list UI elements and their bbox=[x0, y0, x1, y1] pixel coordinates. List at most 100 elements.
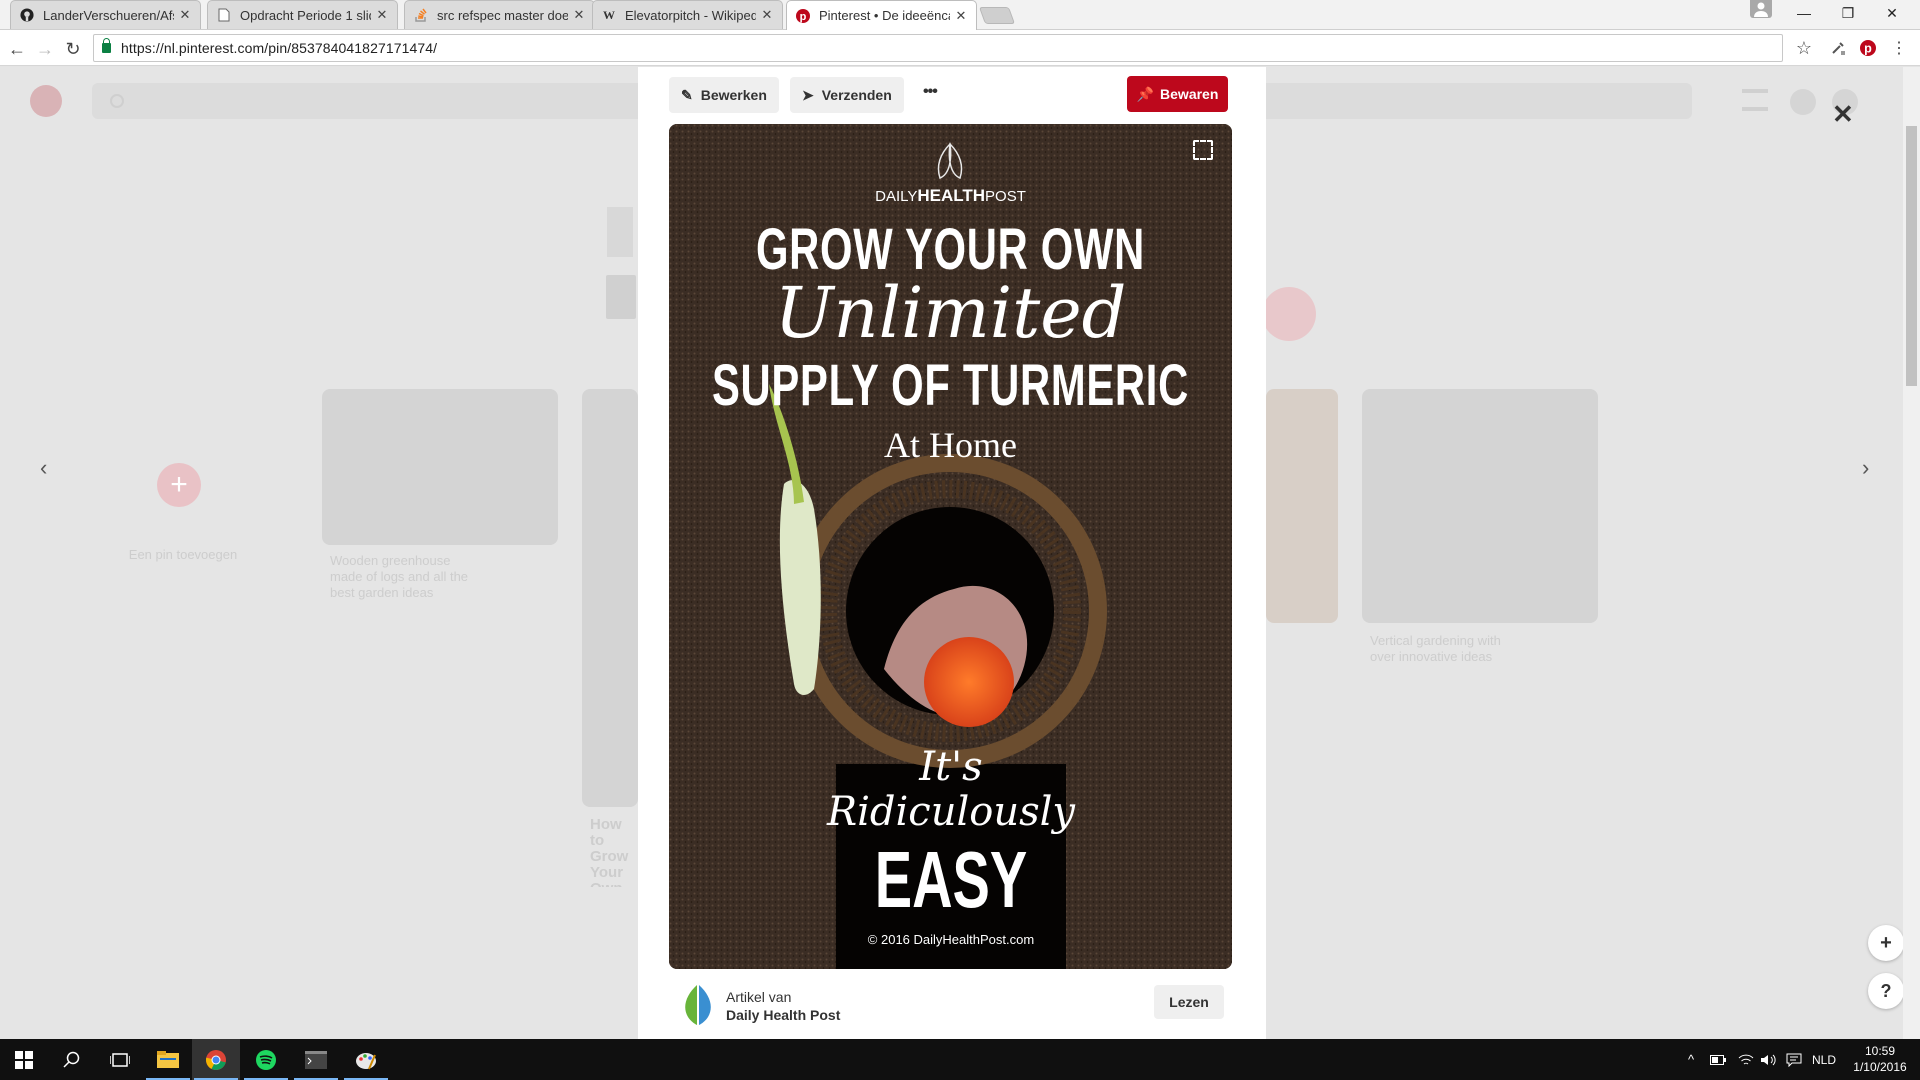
close-tab-icon[interactable]: ✕ bbox=[954, 8, 968, 24]
restore-icon[interactable]: ❐ bbox=[1826, 0, 1870, 26]
add-pin-label: Een pin toevoegen bbox=[128, 547, 238, 562]
svg-text:p: p bbox=[1864, 42, 1872, 56]
faded-pin-card[interactable] bbox=[322, 389, 558, 545]
edit-button[interactable]: ✎ Bewerken bbox=[669, 77, 779, 113]
tab-title: Elevatorpitch - Wikipedia bbox=[625, 7, 756, 23]
faded-pin-caption: Vertical gardening with over innovative … bbox=[1370, 633, 1501, 664]
spotify-icon[interactable] bbox=[242, 1039, 290, 1080]
save-button-label: Bewaren bbox=[1160, 86, 1219, 102]
tab-github[interactable]: LanderVerschueren/Afstu ✕ bbox=[10, 0, 201, 29]
bookmark-star-icon[interactable]: ☆ bbox=[1793, 37, 1815, 59]
tab-wikipedia[interactable]: W Elevatorpitch - Wikipedia ✕ bbox=[592, 0, 783, 29]
tab-pinterest[interactable]: p Pinterest • De ideeëncata ✕ bbox=[786, 0, 977, 30]
faded-pin-caption: Wooden greenhouse made of logs and all t… bbox=[330, 553, 469, 600]
wifi-icon[interactable] bbox=[1738, 1039, 1754, 1080]
tab-title: Opdracht Periode 1 slide bbox=[240, 7, 371, 23]
task-view-icon[interactable] bbox=[96, 1039, 144, 1080]
headline-line7: EASY bbox=[874, 835, 1028, 924]
article-source[interactable]: Daily Health Post bbox=[726, 1007, 840, 1023]
board-title-faded bbox=[606, 275, 636, 319]
brand-suffix: POST bbox=[985, 188, 1026, 205]
pencil-icon: ✎ bbox=[681, 86, 693, 103]
scrollbar-thumb[interactable] bbox=[1906, 126, 1917, 386]
forward-icon[interactable]: → bbox=[34, 38, 56, 60]
close-modal-icon[interactable]: ✕ bbox=[1832, 99, 1854, 130]
wikipedia-icon: W bbox=[603, 7, 615, 22]
back-icon[interactable]: ← bbox=[6, 38, 28, 60]
faded-pin-card[interactable] bbox=[1266, 389, 1338, 623]
battery-icon[interactable] bbox=[1710, 1039, 1726, 1080]
tab-title: LanderVerschueren/Afstu bbox=[43, 7, 174, 23]
daily-health-post-logo[interactable] bbox=[678, 981, 718, 1027]
volume-icon[interactable] bbox=[1760, 1039, 1776, 1080]
tab-title: src refspec master does r bbox=[437, 7, 568, 23]
clock[interactable]: 10:59 1/10/2016 bbox=[1848, 1043, 1912, 1075]
brand-bold: HEALTH bbox=[917, 186, 986, 205]
tab-stackoverflow[interactable]: src refspec master does r ✕ bbox=[404, 0, 595, 29]
language-indicator[interactable]: NLD bbox=[1812, 1039, 1836, 1080]
close-tab-icon[interactable]: ✕ bbox=[178, 7, 192, 23]
more-options-icon[interactable]: ••• bbox=[923, 83, 938, 101]
minimize-icon[interactable]: — bbox=[1782, 0, 1826, 26]
save-pin-button[interactable]: 📌 Bewaren bbox=[1127, 76, 1228, 112]
faded-pin-card[interactable] bbox=[582, 389, 638, 807]
headline-line2: Unlimited bbox=[774, 272, 1127, 354]
reload-icon[interactable]: ↻ bbox=[62, 38, 84, 60]
headline-line5: It's bbox=[919, 744, 983, 790]
brand-line: DAILYHEALTHPOST bbox=[669, 186, 1232, 206]
close-tab-icon[interactable]: ✕ bbox=[375, 7, 389, 23]
clock-time: 10:59 bbox=[1864, 1044, 1896, 1058]
read-button[interactable]: Lezen bbox=[1154, 985, 1224, 1019]
terminal-icon[interactable] bbox=[292, 1039, 340, 1080]
send-button[interactable]: ➤ Verzenden bbox=[790, 77, 904, 113]
file-explorer-icon[interactable] bbox=[144, 1039, 192, 1080]
new-tab-button[interactable] bbox=[978, 7, 1016, 24]
search-icon bbox=[110, 94, 124, 108]
pinterest-icon: p bbox=[795, 8, 811, 24]
profile-icon[interactable] bbox=[1750, 0, 1772, 18]
show-hidden-icons-icon[interactable]: ^ bbox=[1688, 1039, 1694, 1080]
eyedropper-extension-icon[interactable] bbox=[1827, 37, 1849, 59]
visual-search-icon[interactable] bbox=[1193, 140, 1213, 160]
chrome-icon[interactable] bbox=[192, 1039, 240, 1080]
windows-start-icon[interactable] bbox=[0, 1039, 48, 1080]
headline-line3: SUPPLY OF TURMERIC bbox=[711, 353, 1190, 418]
faded-pin-card[interactable] bbox=[1362, 389, 1598, 623]
pinterest-logo-icon[interactable] bbox=[30, 85, 62, 117]
previous-pin-icon[interactable]: ‹ bbox=[40, 455, 47, 481]
headline-line4: At Home bbox=[884, 425, 1017, 465]
close-window-icon[interactable]: ✕ bbox=[1870, 0, 1914, 26]
chrome-menu-icon[interactable]: ⋮ bbox=[1888, 37, 1910, 59]
next-pin-icon[interactable]: › bbox=[1862, 455, 1869, 481]
faded-save-icon bbox=[1262, 287, 1316, 341]
copyright-text: © 2016 DailyHealthPost.com bbox=[867, 932, 1035, 947]
lock-icon bbox=[102, 38, 111, 53]
pinterest-extension-icon[interactable]: p bbox=[1857, 37, 1879, 59]
pin-modal: ✎ Bewerken ➤ Verzenden ••• 📌 Bewaren DAI… bbox=[638, 67, 1266, 1039]
browser-toolbar: ← → ↻ https://nl.pinterest.com/pin/85378… bbox=[0, 30, 1920, 66]
close-tab-icon[interactable]: ✕ bbox=[572, 7, 586, 23]
document-icon bbox=[216, 7, 232, 23]
windows-taskbar: ^ NLD 10:59 1/10/2016 bbox=[0, 1039, 1920, 1080]
tab-bar: LanderVerschueren/Afstu ✕ Opdracht Perio… bbox=[0, 0, 1920, 30]
pin-image[interactable]: DAILYHEALTHPOST GROW YOUR OWN Unlimited … bbox=[669, 124, 1232, 969]
edit-icon-faded bbox=[607, 207, 633, 257]
add-pin-icon[interactable]: + bbox=[157, 463, 201, 507]
faded-pin-caption: How to Grow Your Own Unlimited Supply of… bbox=[590, 817, 629, 887]
tab-title: Pinterest • De ideeëncata bbox=[819, 8, 950, 23]
article-prefix: Artikel van bbox=[726, 989, 792, 1005]
notifications-icon[interactable] bbox=[1790, 89, 1816, 115]
github-icon bbox=[19, 7, 35, 23]
action-center-icon[interactable] bbox=[1786, 1039, 1802, 1080]
close-tab-icon[interactable]: ✕ bbox=[760, 7, 774, 23]
menu-icon[interactable] bbox=[1742, 89, 1768, 111]
address-bar[interactable]: https://nl.pinterest.com/pin/85378404182… bbox=[93, 34, 1783, 62]
tab-document[interactable]: Opdracht Periode 1 slide ✕ bbox=[207, 0, 398, 29]
search-icon[interactable] bbox=[48, 1039, 96, 1080]
help-icon[interactable]: ? bbox=[1868, 973, 1904, 1009]
edit-button-label: Bewerken bbox=[700, 87, 767, 103]
paint-app-icon[interactable] bbox=[342, 1039, 390, 1080]
zoom-in-icon[interactable]: + bbox=[1868, 925, 1904, 961]
svg-text:p: p bbox=[800, 11, 807, 23]
headline-line6: Ridiculously bbox=[826, 789, 1076, 835]
